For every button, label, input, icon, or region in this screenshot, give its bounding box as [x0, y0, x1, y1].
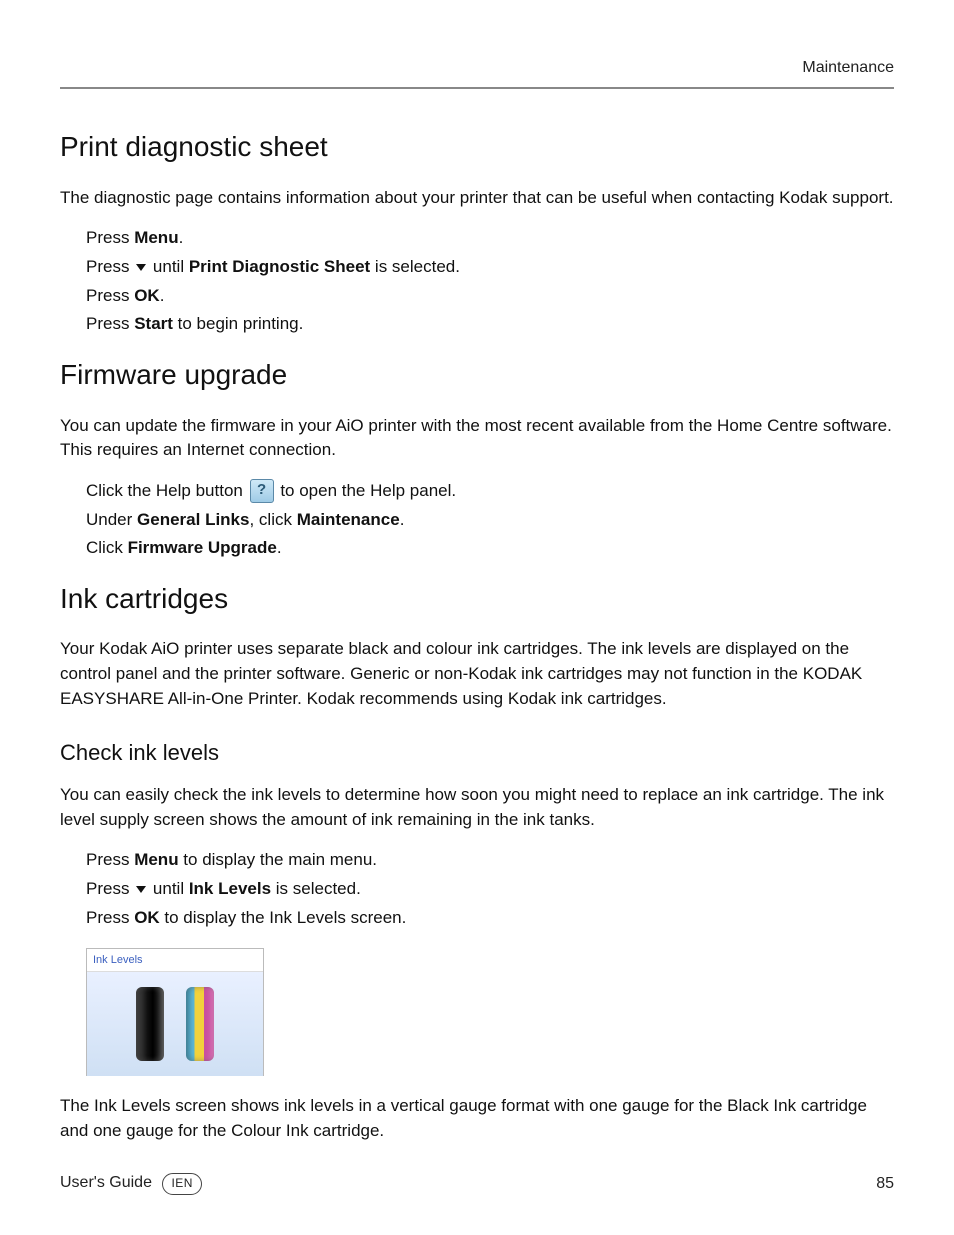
menu-item: Ink Levels: [189, 879, 271, 898]
ui-link: General Links: [137, 510, 249, 529]
language-badge: IEN: [162, 1173, 202, 1195]
step: Press Menu to display the main menu.: [86, 848, 894, 873]
ink-outro: The Ink Levels screen shows ink levels i…: [60, 1094, 894, 1143]
black-ink-gauge: [136, 987, 164, 1061]
step: Press OK to display the Ink Levels scree…: [86, 906, 894, 931]
page: Maintenance Print diagnostic sheet The d…: [0, 0, 954, 1235]
heading-firmware-upgrade: Firmware upgrade: [60, 355, 894, 396]
ui-link: Maintenance: [297, 510, 400, 529]
ink-levels-screen-title: Ink Levels: [87, 949, 263, 972]
step: Under General Links, click Maintenance.: [86, 508, 894, 533]
colour-ink-gauge: [186, 987, 214, 1061]
footer-left: User's Guide IEN: [60, 1171, 202, 1195]
step: Press OK.: [86, 284, 894, 309]
page-footer: User's Guide IEN 85: [60, 1171, 894, 1195]
help-icon: [250, 479, 274, 503]
ui-link: Firmware Upgrade: [128, 538, 277, 557]
footer-guide-label: User's Guide: [60, 1174, 152, 1191]
check-ink-steps: Press Menu to display the main menu. Pre…: [86, 848, 894, 930]
step: Press until Print Diagnostic Sheet is se…: [86, 255, 894, 280]
firmware-steps: Click the Help button to open the Help p…: [86, 479, 894, 561]
ink-intro: Your Kodak AiO printer uses separate bla…: [60, 637, 894, 711]
step: Press until Ink Levels is selected.: [86, 877, 894, 902]
header-section-label: Maintenance: [60, 56, 894, 89]
key: OK: [134, 286, 160, 305]
ink-levels-screen-body: [87, 972, 263, 1076]
step: Click the Help button to open the Help p…: [86, 479, 894, 504]
key: OK: [134, 908, 160, 927]
step: Press Start to begin printing.: [86, 312, 894, 337]
key: Menu: [134, 850, 178, 869]
step: Press Menu.: [86, 226, 894, 251]
menu-item: Print Diagnostic Sheet: [189, 257, 370, 276]
down-arrow-icon: [136, 264, 146, 271]
page-number: 85: [876, 1172, 894, 1195]
check-ink-intro: You can easily check the ink levels to d…: [60, 783, 894, 832]
firmware-intro: You can update the firmware in your AiO …: [60, 414, 894, 463]
heading-check-ink-levels: Check ink levels: [60, 737, 894, 769]
down-arrow-icon: [136, 886, 146, 893]
key: Start: [134, 314, 173, 333]
print-diagnostic-steps: Press Menu. Press until Print Diagnostic…: [86, 226, 894, 337]
print-diagnostic-intro: The diagnostic page contains information…: [60, 186, 894, 211]
heading-ink-cartridges: Ink cartridges: [60, 579, 894, 620]
key: Menu: [134, 228, 178, 247]
step: Click Firmware Upgrade.: [86, 536, 894, 561]
ink-levels-screenshot: Ink Levels: [86, 948, 264, 1076]
heading-print-diagnostic: Print diagnostic sheet: [60, 127, 894, 168]
